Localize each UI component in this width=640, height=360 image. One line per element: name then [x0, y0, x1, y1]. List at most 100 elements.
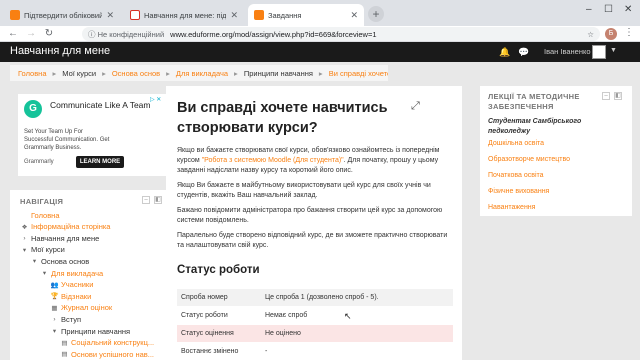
maximize-window-button[interactable]: ☐ [604, 4, 613, 15]
breadcrumb-home[interactable]: Головна [18, 69, 47, 78]
browser-tab-3-active[interactable]: Завдання ✕ [248, 4, 364, 26]
site-title[interactable]: Навчання для мене [10, 45, 110, 57]
close-tab-icon[interactable]: ✕ [230, 10, 238, 21]
status-value: Це спроба 1 (дозволено спроб - 5). [261, 288, 453, 307]
user-name[interactable]: Іван Іваненко [544, 47, 591, 56]
mouse-cursor-icon: ↖ [344, 311, 352, 321]
learn-more-button[interactable]: LEARN MORE [76, 156, 124, 168]
moodle-favicon-icon [254, 10, 264, 20]
nav-item[interactable]: Головна [20, 210, 60, 220]
fullscreen-expand-icon[interactable]: ⤢ [411, 100, 420, 113]
browser-menu-icon[interactable]: ⋮ [624, 27, 634, 38]
browser-tab-2[interactable]: Навчання для мене: підтвердження ✕ [124, 4, 244, 26]
nav-item[interactable]: ▾ Основа основ [30, 256, 89, 266]
nav-item[interactable]: ▾ Мої курси [20, 245, 65, 255]
new-tab-button[interactable]: + [368, 6, 384, 22]
nav-item-icon: ▾ [22, 246, 27, 254]
link-primary-education[interactable]: Початкова освіта [488, 172, 544, 179]
nav-item-label: Навчання для мене [31, 233, 100, 243]
nav-item-label: Учасники [61, 280, 94, 290]
browser-tab-1[interactable]: Підтвердити обліковий запис ✕ [4, 4, 120, 26]
assignment-paragraph-3: Бажано повідомити адміністратора про баж… [177, 207, 443, 224]
block-dock-icon[interactable]: ◧ [614, 92, 622, 100]
breadcrumb-course[interactable]: Основа основ [112, 69, 160, 78]
nav-item-label: Головна [31, 210, 60, 220]
user-menu-chevron-down-icon[interactable]: ▼ [610, 47, 617, 54]
nav-item-icon: › [53, 315, 56, 323]
nav-item-label: Соціальний конструкц... [71, 338, 155, 348]
status-key: Востаннє змінено [177, 342, 261, 360]
nav-item[interactable]: ❖ Інформаційна сторінка [20, 222, 111, 232]
bookmark-star-icon[interactable]: ☆ [587, 30, 594, 39]
site-navbar: Навчання для мене 🔔 💬 Іван Іваненко ▼ [0, 42, 640, 62]
lectures-subtitle: Студентам Самбірського педколеджу [488, 118, 582, 135]
nav-item-icon: ▾ [32, 258, 37, 266]
status-value: - [261, 342, 453, 360]
link-workload[interactable]: Навантаження [488, 204, 535, 211]
status-key: Статус роботи [177, 306, 261, 325]
nav-item-icon: ▤ [61, 339, 68, 347]
nav-item-label: Основи успішного нав... [71, 349, 155, 359]
block-collapse-icon[interactable]: – [142, 196, 150, 204]
notifications-icon[interactable]: 🔔 [499, 47, 510, 58]
nav-item-icon: ▤ [61, 351, 68, 359]
lectures-header: ЛЕКЦІЇ ТА МЕТОДИЧНЕ ЗАБЕЗПЕЧЕННЯ [488, 92, 580, 111]
nav-item[interactable]: › Вступ [50, 314, 81, 324]
nav-item-icon: ❖ [21, 223, 28, 231]
grammarly-logo-icon: G [24, 100, 42, 118]
status-value: Не оцінено [261, 324, 453, 343]
nav-item[interactable]: 🏆 Відзнаки [50, 291, 91, 301]
user-avatar[interactable] [592, 45, 606, 59]
close-window-button[interactable]: ✕ [624, 4, 632, 15]
browser-tab-strip: Підтвердити обліковий запис ✕ Навчання д… [0, 0, 640, 26]
breadcrumb-topic: Принципи навчання [243, 68, 313, 78]
link-physical-education[interactable]: Фізичне виховання [488, 188, 549, 195]
status-value: Немає спроб [261, 306, 453, 325]
ad-choices-icon[interactable]: ▷ ✕ [150, 96, 161, 103]
minimize-window-button[interactable]: – [586, 4, 592, 15]
ad-brand: Grammarly [24, 159, 54, 165]
breadcrumb-current[interactable]: Ви справді хочете нав... [329, 69, 388, 78]
nav-item[interactable]: ▤ Основи успішного нав... [60, 349, 154, 359]
block-dock-icon[interactable]: ◧ [154, 196, 162, 204]
profile-avatar[interactable]: Б [605, 28, 617, 40]
nav-item[interactable]: 👥 Учасники [50, 280, 93, 290]
not-secure-label[interactable]: ⓘ Не конфіденційний [88, 29, 164, 40]
nav-item[interactable]: › Навчання для мене [20, 233, 99, 243]
page-title: Ви справді хочете навчитись створювати к… [177, 100, 388, 136]
status-key: Спроба номер [177, 288, 261, 307]
nav-item-icon: 🏆 [50, 293, 59, 301]
gmail-favicon-icon [130, 10, 140, 20]
forward-arrow-icon[interactable]: → [24, 27, 38, 41]
link-fine-arts[interactable]: Образотворче мистецтво [488, 156, 570, 163]
back-arrow-icon[interactable]: ← [6, 27, 20, 41]
browser-toolbar: ← → ↻ ⓘ Не конфіденційний www.eduforme.o… [0, 26, 640, 42]
nav-item-label: Відзнаки [61, 291, 92, 301]
nav-item-icon: › [23, 234, 26, 242]
nav-item-label: Мої курси [31, 245, 65, 255]
nav-item-icon: 👥 [50, 281, 59, 289]
nav-item-label: Вступ [61, 314, 82, 324]
table-row: Статус оцінення Не оцінено [177, 324, 453, 343]
messages-icon[interactable]: 💬 [518, 47, 529, 58]
course-link[interactable]: "Робота з системою Moodle (Для студента)… [202, 157, 344, 164]
nav-item[interactable]: ▾ Для викладача [40, 268, 103, 278]
assignment-paragraph-2: Якщо Ви бажаєте в майбутньому використов… [177, 182, 431, 199]
close-tab-icon[interactable]: ✕ [106, 10, 114, 21]
table-row: Востаннє змінено - [177, 342, 453, 360]
breadcrumb-section[interactable]: Для викладача [176, 69, 228, 78]
url-text: www.eduforme.org/mod/assign/view.php?id=… [170, 29, 377, 39]
address-bar[interactable]: ⓘ Не конфіденційний www.eduforme.org/mod… [82, 27, 600, 41]
nav-item-icon: ▾ [52, 328, 57, 335]
nav-item[interactable]: ▦ Журнал оцінок [50, 303, 112, 313]
nav-item-label: Журнал оцінок [61, 303, 113, 313]
nav-item[interactable]: ▾ Принципи навчання [50, 326, 130, 336]
nav-item[interactable]: ▤ Соціальний конструкц... [60, 338, 154, 348]
close-tab-icon[interactable]: ✕ [350, 10, 358, 21]
grammarly-ad[interactable]: G Communicate Like A Team Set Your Team … [18, 94, 166, 176]
assignment-paragraph-4: Паралельно буде створено відповідний кур… [177, 232, 448, 249]
link-preschool-education[interactable]: Дошкільна освіта [488, 140, 544, 147]
reload-icon[interactable]: ↻ [42, 27, 56, 41]
ad-title[interactable]: Communicate Like A Team [50, 100, 150, 110]
block-collapse-icon[interactable]: – [602, 92, 610, 100]
